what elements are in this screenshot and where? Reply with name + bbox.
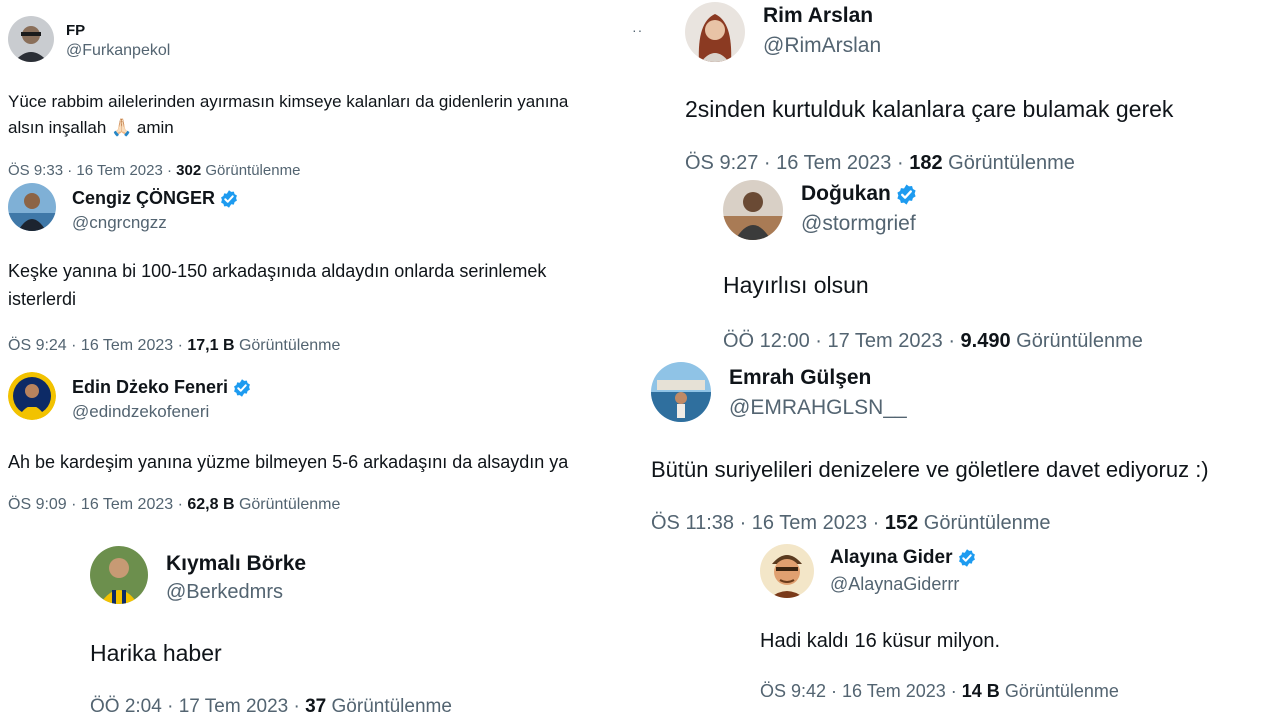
avatar[interactable] [8, 16, 54, 62]
views-label: Görüntülenme [1010, 330, 1143, 352]
display-name[interactable]: FP [66, 22, 85, 39]
tweet-meta: ÖS 9:09 · 16 Tem 2023 · 62,8 B Görüntüle… [8, 496, 340, 514]
timestamp[interactable]: ÖS 9:27 · 16 Tem 2023 · [685, 152, 909, 174]
tweet-meta: ÖS 9:33 · 16 Tem 2023 · 302 Görüntülenme [8, 162, 300, 179]
display-name[interactable]: Doğukan [801, 182, 891, 206]
avatar[interactable] [651, 362, 711, 422]
view-count: 62,8 B [187, 496, 235, 513]
tweet-text-line: Bütün suriyelileri denizelere ve göletle… [651, 457, 1209, 482]
display-name[interactable]: Edin Dżeko Feneri [72, 377, 228, 398]
avatar[interactable] [8, 183, 56, 231]
avatar[interactable] [723, 180, 783, 240]
tweet-meta: ÖS 9:42 · 16 Tem 2023 · 14 B Görüntülenm… [760, 681, 1119, 702]
timestamp[interactable]: ÖÖ 2:04 · 17 Tem 2023 · [90, 696, 305, 717]
user-handle[interactable]: @Furkanpekol [66, 42, 170, 60]
avatar[interactable] [8, 372, 56, 420]
timestamp[interactable]: ÖS 9:24 · 16 Tem 2023 · [8, 337, 187, 354]
tweet-card[interactable]: Alayına Gider @AlaynaGiderrr Hadi kaldı … [760, 544, 1200, 714]
view-count: 9.490 [960, 330, 1011, 352]
tweet-meta: ÖS 11:38 · 16 Tem 2023 · 152 Görüntülenm… [651, 512, 1051, 535]
tweet-meta: ÖÖ 2:04 · 17 Tem 2023 · 37 Görüntülenme [90, 696, 452, 718]
user-handle[interactable]: @cngrcngzz [72, 213, 239, 233]
avatar[interactable] [685, 2, 745, 62]
views-label: Görüntülenme [326, 696, 452, 717]
tweet-text-line: Hadi kaldı 16 küsur milyon. [760, 630, 1001, 652]
tweet-meta: ÖS 9:24 · 16 Tem 2023 · 17,1 B Görüntüle… [8, 337, 340, 355]
avatar[interactable] [90, 546, 148, 604]
avatar[interactable] [760, 544, 814, 598]
views-label: Görüntülenme [918, 512, 1051, 534]
user-handle[interactable]: @Berkedmrs [166, 581, 306, 604]
user-handle[interactable]: @RimArslan [763, 34, 881, 58]
view-count: 14 B [961, 681, 1000, 701]
view-count: 37 [305, 696, 327, 717]
tweet-text-line: Yüce rabbim ailelerinden ayırmasın kimse… [8, 92, 569, 111]
tweet-header: Rim Arslan @RimArslan [685, 2, 881, 62]
tweet-card[interactable]: Cengiz ÇÖNGER @cngrcngzz Keşke yanına bi… [8, 183, 638, 363]
view-count: 182 [909, 152, 943, 174]
tweet-text-line: Hayırlısı olsun [723, 272, 869, 298]
views-label: Görüntülenme [942, 152, 1075, 174]
tweet-meta: ÖÖ 12:00 · 17 Tem 2023 · 9.490 Görüntüle… [723, 330, 1143, 353]
display-name[interactable]: Alayına Gider [830, 547, 953, 569]
user-handle[interactable]: @edindzekofeneri [72, 402, 252, 422]
tweet-header: Emrah Gülşen @EMRAHGLSN__ [651, 362, 907, 422]
tweet-card[interactable]: Doğukan @stormgrief Hayırlısı olsun ÖÖ 1… [723, 180, 1243, 358]
display-name[interactable]: Emrah Gülşen [729, 366, 871, 390]
tweet-card[interactable]: Kıymalı Börke @Berkedmrs Harika haber ÖÖ… [90, 546, 560, 719]
timestamp[interactable]: ÖS 9:33 · 16 Tem 2023 · [8, 162, 176, 179]
timestamp[interactable]: ÖS 11:38 · 16 Tem 2023 · [651, 512, 885, 534]
tweet-meta: ÖS 9:27 · 16 Tem 2023 · 182 Görüntülenme [685, 152, 1075, 175]
verified-badge-icon [895, 183, 918, 206]
verified-badge-icon [957, 548, 977, 568]
tweet-header: Doğukan @stormgrief [723, 180, 918, 240]
timestamp[interactable]: ÖS 9:09 · 16 Tem 2023 · [8, 496, 187, 513]
view-count: 17,1 B [187, 337, 235, 354]
verified-badge-icon [232, 378, 252, 398]
user-handle[interactable]: @stormgrief [801, 212, 918, 236]
views-label: Görüntülenme [201, 162, 301, 179]
timestamp[interactable]: ÖS 9:42 · 16 Tem 2023 · [760, 681, 962, 701]
tweet-header: Kıymalı Börke @Berkedmrs [90, 546, 306, 604]
tweet-header: Alayına Gider @AlaynaGiderrr [760, 544, 977, 598]
tweet-card[interactable]: Emrah Gülşen @EMRAHGLSN__ Bütün suriyeli… [651, 362, 1280, 540]
tweet-card[interactable]: FP @Furkanpekol ·· Yüce rabbim ailelerin… [8, 16, 642, 181]
tweet-text-line: alsın inşallah 🙏🏻 amin [8, 118, 174, 137]
tweet-header: FP @Furkanpekol [8, 16, 170, 62]
tweet-text-line: Keşke yanına bi 100-150 arkadaşınıda ald… [8, 261, 547, 281]
tweet-text-line: Ah be kardeşim yanına yüzme bilmeyen 5-6… [8, 452, 569, 472]
tweet-text-line: Harika haber [90, 640, 222, 666]
tweet-header: Edin Dżeko Feneri @edindzekofeneri [8, 372, 252, 422]
views-label: Görüntülenme [234, 496, 341, 513]
display-name[interactable]: Kıymalı Börke [166, 552, 306, 576]
tweet-text-line: 2sinden kurtulduk kalanlara çare bulamak… [685, 96, 1174, 122]
views-label: Görüntülenme [999, 681, 1119, 701]
tweet-card[interactable]: Edin Dżeko Feneri @edindzekofeneri Ah be… [8, 372, 643, 522]
tweet-header: Cengiz ÇÖNGER @cngrcngzz [8, 183, 239, 233]
display-name[interactable]: Rim Arslan [763, 4, 873, 28]
tweet-text-line: isterlerdi [8, 289, 77, 309]
user-handle[interactable]: @AlaynaGiderrr [830, 574, 977, 595]
verified-badge-icon [219, 189, 239, 209]
user-handle[interactable]: @EMRAHGLSN__ [729, 396, 907, 420]
view-count: 152 [884, 512, 919, 534]
more-options-icon[interactable]: ·· [632, 22, 643, 38]
display-name[interactable]: Cengiz ÇÖNGER [72, 188, 215, 209]
timestamp[interactable]: ÖÖ 12:00 · 17 Tem 2023 · [723, 330, 961, 352]
tweet-card[interactable]: Rim Arslan @RimArslan 2sinden kurtulduk … [685, 2, 1275, 180]
view-count: 302 [176, 162, 202, 179]
views-label: Görüntülenme [234, 337, 341, 354]
